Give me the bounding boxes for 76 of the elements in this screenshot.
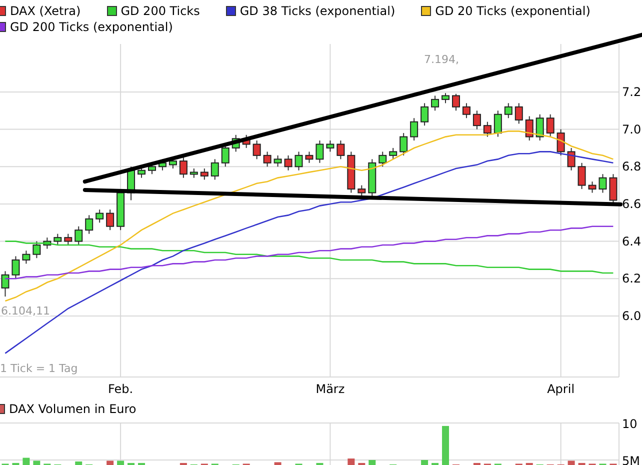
candlestick <box>536 114 544 141</box>
candlestick <box>232 134 240 152</box>
candlestick <box>242 134 250 148</box>
legend-label: GD 20 Ticks (exponential) <box>435 4 590 18</box>
y-axis-label: 10 <box>622 418 638 431</box>
price-label: 6.104,11 <box>1 304 50 318</box>
candlestick <box>368 158 376 197</box>
x-axis-label: März <box>316 382 345 396</box>
candlestick <box>294 151 303 171</box>
candlestick <box>525 116 534 141</box>
candlestick <box>1 270 10 298</box>
candlestick <box>64 233 72 246</box>
candlestick <box>598 174 607 194</box>
candlestick <box>252 140 261 160</box>
candlestick <box>504 102 512 119</box>
candlestick <box>190 168 198 178</box>
y-axis-label: 7.0 <box>622 122 642 136</box>
candlestick <box>12 256 20 280</box>
candlestick <box>74 226 83 246</box>
candlestick <box>127 166 136 201</box>
candlestick <box>578 162 586 190</box>
candlestick <box>588 181 596 194</box>
y-axis-label: 6.4 <box>622 234 642 248</box>
y-axis-label: 6.8 <box>622 160 642 174</box>
candlestick <box>138 166 146 178</box>
y-axis-label: 5M <box>622 454 640 465</box>
candlestick <box>378 151 387 168</box>
candlestick <box>483 121 492 138</box>
legend-label: GD 200 Ticks (exponential) <box>10 20 173 34</box>
candlestick <box>221 144 230 168</box>
candlestick <box>85 214 94 234</box>
candlestick <box>400 132 408 156</box>
y-axis-label: 7.2 <box>622 84 642 99</box>
candlestick <box>326 140 334 152</box>
x-axis-label: April <box>547 382 575 396</box>
tick-note: 1 Tick = 1 Tag <box>0 362 78 375</box>
candlestick <box>556 128 565 156</box>
candlestick <box>179 156 188 178</box>
candlestick <box>442 92 450 104</box>
candlestick <box>452 93 460 112</box>
legend-label: GD 38 Ticks (exponential) <box>240 4 396 18</box>
candlestick <box>567 147 576 171</box>
candlestick <box>546 114 554 138</box>
candlestick <box>462 102 470 119</box>
candlestick <box>358 184 366 197</box>
candlestick <box>106 209 114 231</box>
candlestick <box>389 147 398 160</box>
x-axis-label: Feb. <box>108 382 134 396</box>
candlestick <box>347 151 356 194</box>
legend-label: DAX (Xetra) <box>10 4 81 18</box>
y-axis-label: 6.6 <box>622 196 642 211</box>
candlestick <box>54 233 62 246</box>
candlestick <box>472 110 481 130</box>
candlestick <box>22 250 30 264</box>
candlestick <box>316 140 324 164</box>
candlestick <box>494 110 502 138</box>
candlestick <box>609 174 618 204</box>
candlestick <box>43 237 52 250</box>
candlestick <box>96 209 104 224</box>
candlestick <box>263 151 272 168</box>
y-axis-label: 6.2 <box>622 272 642 286</box>
candlestick <box>274 154 282 168</box>
price-label: 7.194, <box>424 53 459 66</box>
candlestick <box>410 118 418 141</box>
candlestick <box>284 154 292 171</box>
candlestick <box>514 102 523 124</box>
candlestick <box>305 151 314 164</box>
candlestick <box>336 140 345 160</box>
candlestick <box>431 95 440 112</box>
candlestick <box>420 102 429 126</box>
candlestick <box>210 158 219 180</box>
candlestick <box>32 240 41 259</box>
y-axis-label: 6.0 <box>622 308 642 323</box>
volume-chart-title: DAX Volumen in Euro <box>9 402 136 416</box>
legend-label: GD 200 Ticks <box>120 4 200 18</box>
candlestick <box>200 168 208 180</box>
